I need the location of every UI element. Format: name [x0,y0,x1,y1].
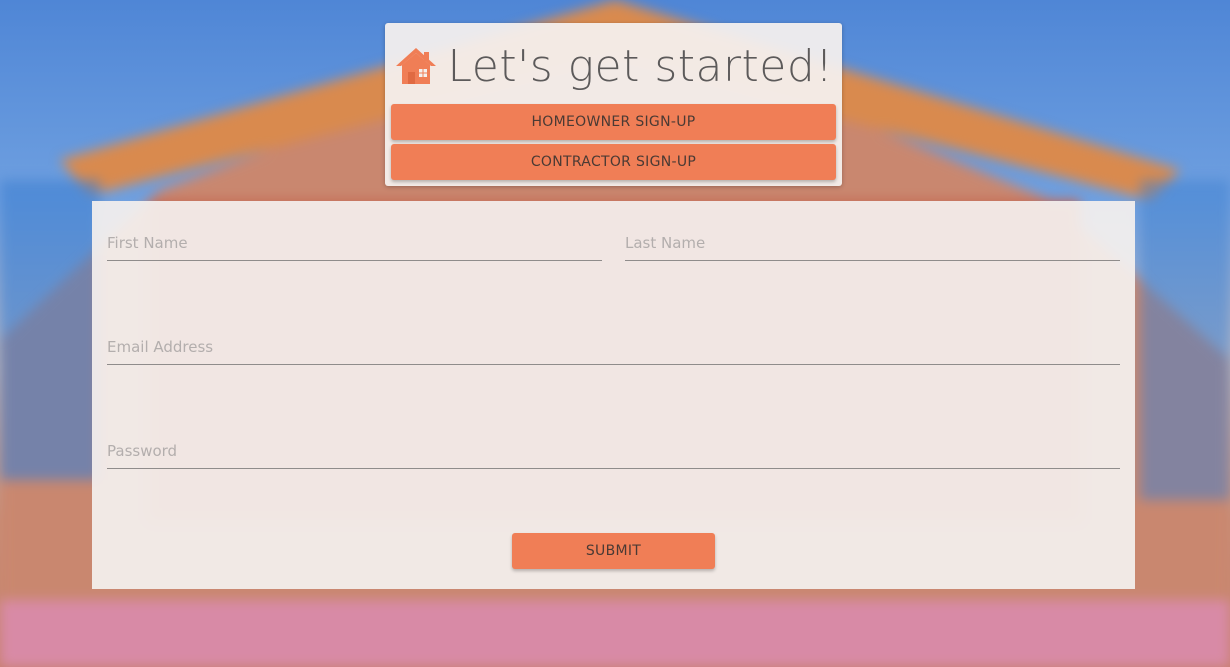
homeowner-signup-button[interactable]: HOMEOWNER SIGN-UP [391,104,836,140]
page-title: Let's get started! [447,40,834,92]
password-field [107,409,1120,469]
last-name-input[interactable] [625,234,1120,252]
password-input[interactable] [107,442,1120,460]
signup-form: SUBMIT [92,201,1135,589]
contractor-signup-button[interactable]: CONTRACTOR SIGN-UP [391,144,836,180]
last-name-field [625,201,1120,261]
header-card: Let's get started! HOMEOWNER SIGN-UP CON… [385,23,842,186]
title-row: Let's get started! [385,33,842,99]
first-name-input[interactable] [107,234,602,252]
email-input[interactable] [107,338,1120,356]
submit-button[interactable]: SUBMIT [512,533,715,569]
email-field [107,305,1120,365]
house-icon [395,48,436,84]
first-name-field [107,201,602,261]
